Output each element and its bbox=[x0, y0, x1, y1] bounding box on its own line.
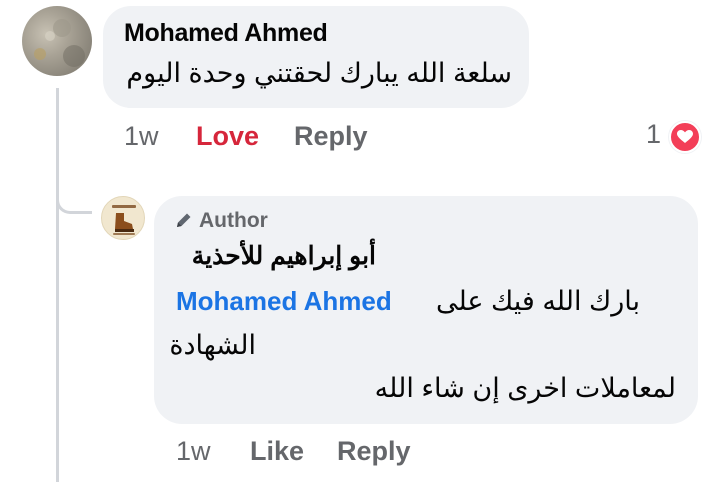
reply-button[interactable]: Reply bbox=[294, 121, 368, 152]
comment-author-name[interactable]: Mohamed Ahmed bbox=[124, 19, 328, 48]
comment-text: سلعة الله يبارك لحقتني وحدة اليوم bbox=[126, 58, 512, 88]
reply-text-fragment: بارك الله فيك على bbox=[435, 286, 640, 316]
author-badge: Author bbox=[175, 209, 268, 235]
pencil-icon bbox=[175, 211, 193, 235]
avatar[interactable] bbox=[22, 6, 92, 76]
comment-thread: Mohamed Ahmed سلعة الله يبارك لحقتني وحد… bbox=[0, 0, 720, 482]
profile-photo bbox=[34, 19, 85, 67]
thread-line bbox=[56, 88, 59, 482]
reply-text-line: الشهادة bbox=[169, 330, 256, 360]
mention-link[interactable]: Mohamed Ahmed bbox=[176, 286, 392, 317]
reaction-count[interactable]: 1 bbox=[646, 119, 661, 150]
like-button[interactable]: Like bbox=[250, 436, 304, 467]
reply-timestamp[interactable]: 1w bbox=[176, 436, 211, 467]
comment-timestamp[interactable]: 1w bbox=[124, 121, 159, 152]
author-badge-label: Author bbox=[199, 209, 268, 232]
heart-icon[interactable] bbox=[669, 121, 701, 153]
boot-logo-icon bbox=[112, 205, 136, 235]
thread-connector bbox=[56, 180, 92, 214]
reply-author-name[interactable]: أبو إبراهيم للأحذية bbox=[176, 241, 376, 271]
page-avatar[interactable] bbox=[101, 196, 145, 240]
reply-text-line: لمعاملات اخرى إن شاء الله bbox=[374, 373, 676, 403]
reply-text-line: Mohamed Ahmed بارك الله فيك على bbox=[176, 286, 640, 322]
love-reaction-button[interactable]: Love bbox=[196, 121, 259, 152]
reply-button[interactable]: Reply bbox=[337, 436, 411, 467]
